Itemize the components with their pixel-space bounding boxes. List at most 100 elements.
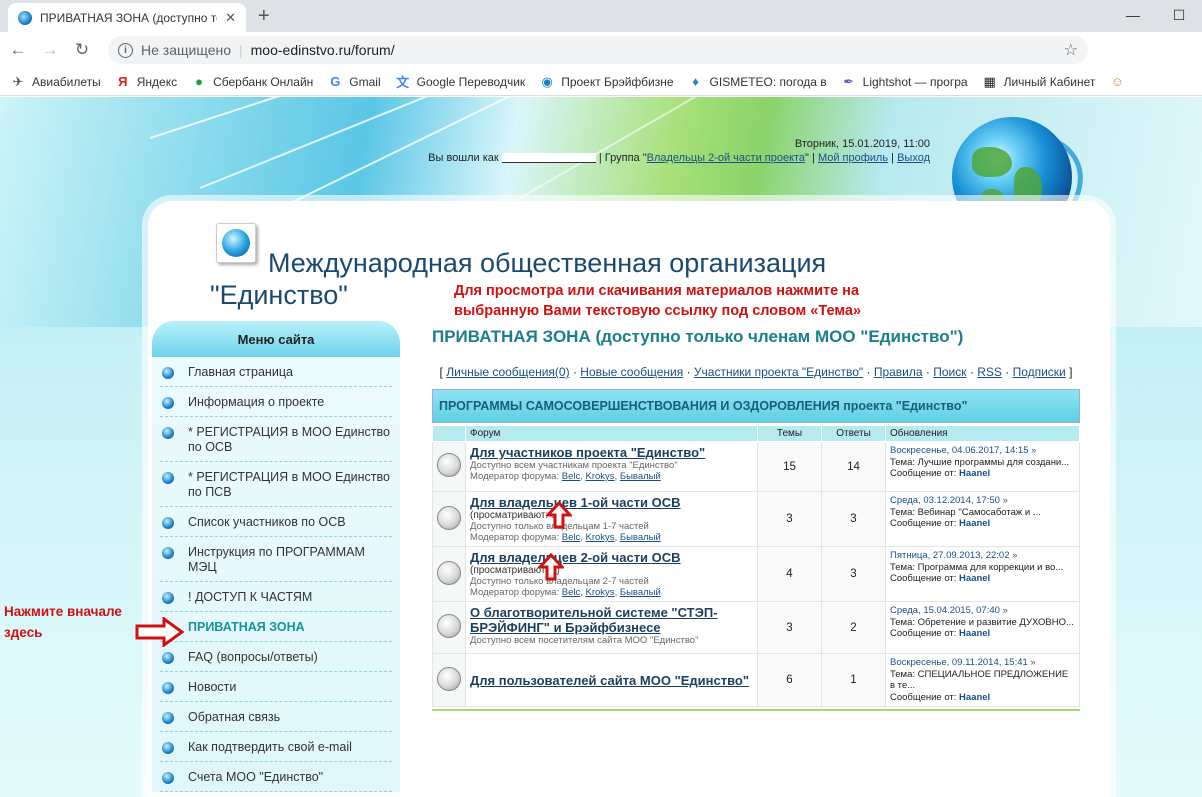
author-label: Сообщение от:	[890, 691, 957, 703]
moderator-link[interactable]: Бывалый	[620, 532, 661, 543]
logout-link[interactable]: Выход	[897, 152, 930, 164]
feather-icon: ✒	[843, 73, 855, 89]
bookmark-item[interactable]: ◉ Проект Брэйфбизне	[539, 74, 674, 90]
forward-icon[interactable]: →	[36, 36, 64, 64]
sidebar-item-confirm-email[interactable]: Как подтвердить свой e-mail	[160, 732, 392, 762]
red-right-arrow-icon	[135, 617, 185, 647]
private-messages-link[interactable]: Личные сообщения(0)	[446, 365, 569, 379]
bookmark-item[interactable]: ● Сбербанк Онлайн	[191, 74, 313, 90]
forum-link[interactable]: О благотворительной системе "СТЭП-БРЭЙФИ…	[470, 605, 718, 635]
separator: |	[891, 152, 895, 164]
last-author-link[interactable]: Haanel	[959, 628, 990, 639]
username-masked[interactable]	[501, 153, 596, 164]
bookmark-item[interactable]: ☺	[1109, 74, 1131, 90]
last-topic-link[interactable]: Тема: Программа для коррекции и во...	[890, 562, 1075, 574]
last-topic-link[interactable]: Тема: СПЕЦИАЛЬНОЕ ПРЕДЛОЖЕНИЕ в те...	[890, 669, 1075, 692]
moderator-link[interactable]: Belc	[562, 587, 580, 598]
table-row: Для владельцев 2-ой части ОСВ (просматри…	[432, 546, 1080, 602]
last-topic-link[interactable]: Тема: Лучшие программы для создани...	[890, 457, 1075, 469]
forum-read-icon	[437, 505, 461, 530]
moderator-link[interactable]: Бывалый	[620, 587, 661, 598]
group-link[interactable]: Владельцы 2-ой части проекта	[647, 152, 805, 164]
sidebar-item-accounts[interactable]: Счета МОО "Единство"	[160, 762, 392, 792]
globe-bullet-icon	[162, 427, 174, 439]
go-to-last-icon[interactable]: »	[1003, 495, 1008, 506]
participants-link[interactable]: Участники проекта "Единство"	[694, 365, 863, 379]
last-author-link[interactable]: Haanel	[959, 518, 990, 529]
maximize-window-icon[interactable]: ☐	[1156, 0, 1202, 30]
bookmark-star-icon[interactable]: ☆	[1064, 40, 1078, 60]
author-label: Сообщение от:	[890, 468, 957, 479]
url-text[interactable]: moo-edinstvo.ru/forum/	[251, 42, 395, 58]
forum-cell: О благотворительной системе "СТЭП-БРЭЙФИ…	[465, 601, 758, 654]
last-update-date: Воскресенье, 04.06.2017, 14:15	[890, 445, 1029, 456]
sidebar-item-registration-psv[interactable]: * РЕГИСТРАЦИЯ в МОО Единство по ПСВ	[160, 462, 392, 507]
bookmark-label: GISMETEO: погода в	[709, 74, 827, 89]
new-tab-icon[interactable]: +	[258, 5, 270, 28]
menu-item-label: Счета МОО "Единство"	[188, 770, 324, 784]
rules-link[interactable]: Правила	[874, 365, 923, 379]
bookmark-item[interactable]: ♦ GISMETEO: погода в	[688, 74, 827, 90]
category-header[interactable]: ПРОГРАММЫ САМОСОВЕРШЕНСТВОВАНИЯ И ОЗДОРО…	[432, 389, 1080, 423]
bookmark-item[interactable]: ▦ Личный Кабинет	[982, 74, 1095, 90]
sidebar-item-news[interactable]: Новости	[160, 672, 392, 702]
bookmark-item[interactable]: 文 Google Переводчик	[395, 74, 525, 91]
sidebar-item-faq[interactable]: FAQ (вопросы/ответы)	[160, 642, 392, 672]
moderator-link[interactable]: Бывалый	[620, 471, 661, 482]
search-link[interactable]: Поиск	[933, 365, 966, 379]
forum-link[interactable]: Для владельцев 2-ой части ОСВ	[470, 550, 681, 565]
moderator-link[interactable]: Belc	[562, 532, 580, 543]
bookmark-item[interactable]: Я Яндекс	[115, 74, 177, 90]
sidebar-item-home[interactable]: Главная страница	[160, 357, 392, 387]
sidebar-item-about[interactable]: Информация о проекте	[160, 387, 392, 417]
go-to-last-icon[interactable]: »	[1012, 550, 1017, 561]
instruction-line2: выбранную Вами текстовую ссылку под слов…	[454, 303, 862, 319]
forum-link[interactable]: Для участников проекта "Единство"	[470, 445, 705, 460]
sidebar-item-private-zone[interactable]: ПРИВАТНАЯ ЗОНА	[160, 612, 392, 642]
last-topic-link[interactable]: Тема: Обретение и развитие ДУХОВНО...	[890, 617, 1075, 629]
menu-item-label: Обратная связь	[188, 710, 281, 724]
moderator-link[interactable]: Krokys	[586, 587, 615, 598]
menu-item-label: * РЕГИСТРАЦИЯ в МОО Единство по ПСВ	[188, 470, 390, 499]
rss-link[interactable]: RSS	[977, 365, 1002, 379]
bookmark-item[interactable]: G Gmail	[327, 74, 380, 90]
sidebar-item-members[interactable]: Список участников по ОСВ	[160, 507, 392, 537]
go-to-last-icon[interactable]: »	[1031, 445, 1036, 456]
forum-status-cell	[432, 491, 466, 547]
globe-bullet-icon	[162, 472, 174, 484]
back-icon[interactable]: ←	[4, 36, 32, 64]
sidebar-item-instruction[interactable]: Инструкция по ПРОГРАММАМ МЭЦ	[160, 537, 392, 582]
go-to-last-icon[interactable]: »	[1003, 605, 1008, 616]
forum-link[interactable]: Для владельцев 1-ой части ОСВ	[470, 495, 681, 510]
subscriptions-link[interactable]: Подписки	[1013, 365, 1066, 379]
last-author-link[interactable]: Haanel	[959, 468, 990, 479]
moderator-link[interactable]: Krokys	[586, 471, 615, 482]
forum-link[interactable]: Для пользователей сайта МОО "Единство"	[470, 673, 749, 688]
last-update-date: Среда, 15.04.2015, 07:40	[890, 605, 1000, 616]
bookmark-item[interactable]: ✈ Авиабилеты	[10, 74, 101, 90]
last-author-link[interactable]: Haanel	[959, 573, 990, 584]
new-messages-link[interactable]: Новые сообщения	[580, 365, 683, 379]
forum-cell: Для владельцев 2-ой части ОСВ (просматри…	[465, 546, 758, 602]
globe-bullet-icon	[162, 712, 174, 724]
close-tab-icon[interactable]: ✕	[225, 10, 236, 26]
forum-description: Доступно только владельцам 1-7 частей	[470, 521, 649, 532]
go-to-last-icon[interactable]: »	[1030, 657, 1035, 668]
minimize-window-icon[interactable]: —	[1110, 0, 1156, 30]
moderator-link[interactable]: Belc	[562, 471, 580, 482]
my-profile-link[interactable]: Мой профиль	[818, 152, 888, 164]
sidebar-item-registration-osv[interactable]: * РЕГИСТРАЦИЯ в МОО Единство по ОСВ	[160, 417, 392, 462]
sidebar-item-access[interactable]: ! ДОСТУП К ЧАСТЯМ	[160, 582, 392, 612]
replies-count: 3	[821, 491, 886, 547]
forum-cell: Для участников проекта "Единство" Доступ…	[465, 441, 758, 492]
moderator-link[interactable]: Krokys	[586, 532, 615, 543]
last-topic-link[interactable]: Тема: Вебинар "Самосаботаж и ...	[890, 507, 1075, 519]
sidebar-item-feedback[interactable]: Обратная связь	[160, 702, 392, 732]
bookmark-item[interactable]: ✒ Lightshot — програ	[841, 73, 967, 90]
globe-bullet-icon	[162, 772, 174, 784]
reload-icon[interactable]: ↻	[68, 36, 96, 64]
last-author-link[interactable]: Haanel	[959, 692, 990, 703]
address-bar[interactable]: i Не защищено | moo-edinstvo.ru/forum/ ☆	[108, 36, 1088, 64]
info-icon[interactable]: i	[118, 42, 133, 58]
browser-tab[interactable]: ПРИВАТНАЯ ЗОНА (доступно то ✕	[8, 3, 246, 32]
